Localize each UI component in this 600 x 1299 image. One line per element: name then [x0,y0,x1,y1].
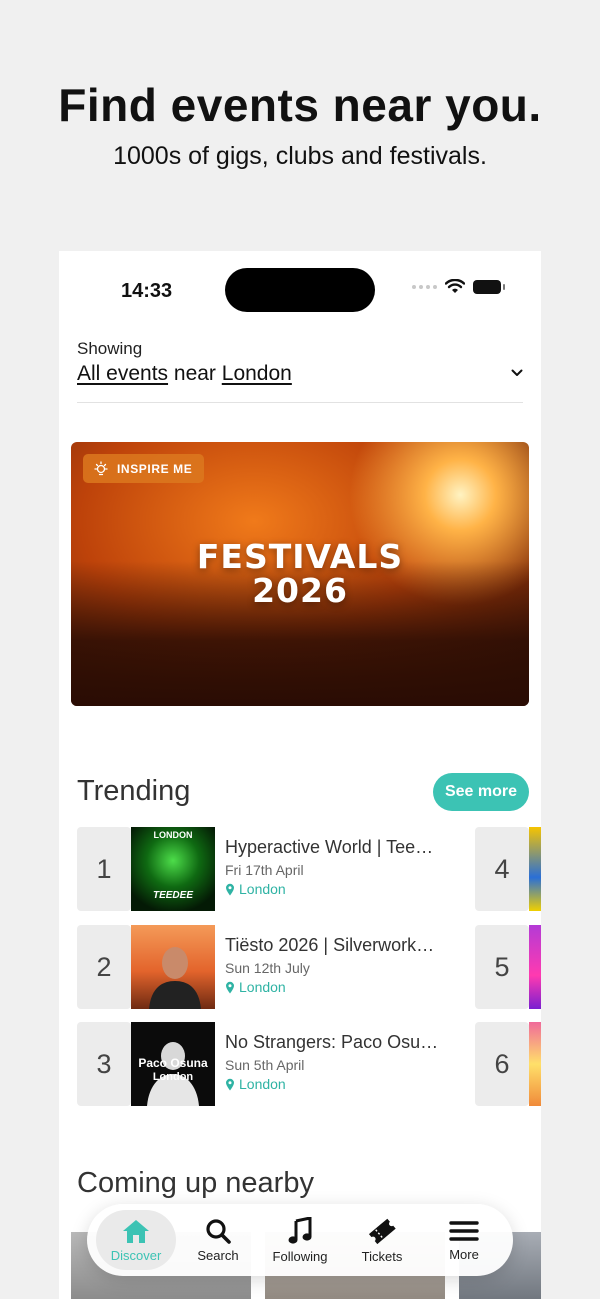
hero-title: Find events near you. [58,79,542,131]
city-name[interactable]: London [222,362,292,385]
status-indicators [412,279,505,295]
trending-item[interactable]: 6 [475,1022,541,1106]
banner-title: FESTIVALS 2026 [71,540,529,608]
trending-item[interactable]: 1 LONDON TEEDEE Hyperactive World | Tee…… [77,827,447,911]
tab-more[interactable]: More [424,1210,504,1270]
location-connector: near [173,362,216,385]
rank-number: 2 [77,925,131,1009]
rank-number: 1 [77,827,131,911]
menu-icon [449,1220,479,1241]
event-thumbnail [529,925,541,1009]
location-pin-icon [226,981,234,993]
tab-tickets[interactable]: Tickets [342,1210,422,1270]
tab-discover[interactable]: Discover [96,1210,176,1270]
trending-item[interactable]: 4 [475,827,541,911]
event-location: London [225,979,286,995]
divider [77,402,523,403]
tab-label: Following [272,1248,328,1264]
battery-icon [473,280,505,294]
banner-title-line1: FESTIVALS [196,537,404,576]
thumbnail-caption: Paco Osuna [138,1056,208,1070]
hero-subtitle: 1000s of gigs, clubs and festivals. [113,142,487,170]
rank-number: 5 [475,925,529,1009]
event-title: No Strangers: Paco Osu… [225,1032,439,1052]
coming-up-title: Coming up nearby [77,1167,314,1199]
signal-dots-icon [412,285,437,289]
event-title: Tiësto 2026 | Silverwork… [225,935,435,955]
location-pin-icon [226,1078,234,1090]
event-date: Sun 12th July [225,960,310,976]
tab-following[interactable]: Following [260,1210,340,1270]
see-more-button[interactable]: See more [433,773,529,811]
lightbulb-icon [94,460,108,475]
tab-label: Tickets [361,1248,403,1264]
search-icon [206,1218,231,1244]
event-thumbnail [131,925,215,1009]
tab-label: More [449,1246,479,1262]
event-thumbnail [529,1022,541,1106]
ticket-icon [368,1218,396,1244]
location-selector[interactable]: All events near London [77,362,292,386]
event-thumbnail: Paco Osuna London [131,1022,215,1106]
event-location: London [225,1076,286,1092]
event-date: Sun 5th April [225,1057,305,1073]
music-note-icon [288,1216,312,1244]
thumbnail-caption: LONDON [153,830,193,840]
event-location: London [225,881,286,897]
event-city: London [239,881,286,897]
location-pin-icon [226,883,234,895]
event-thumbnail: LONDON TEEDEE [131,827,215,911]
rank-number: 4 [475,827,529,911]
home-icon [123,1219,149,1243]
wifi-icon [445,279,465,293]
trending-title: Trending [77,775,191,807]
rank-number: 6 [475,1022,529,1106]
trending-item[interactable]: 2 Tiësto 2026 | Silverwork… Sun 12th Jul… [77,925,447,1009]
status-time: 14:33 [121,280,173,302]
event-filter[interactable]: All events [77,362,168,385]
thumbnail-caption: London [152,1071,194,1083]
tab-bar: Discover Search Following Tickets More [87,1204,513,1276]
event-city: London [239,979,286,995]
event-date: Fri 17th April [225,862,304,878]
tab-label: Discover [110,1247,162,1263]
festivals-banner[interactable]: INSPIRE ME FESTIVALS 2026 [71,442,529,706]
trending-item[interactable]: 3 Paco Osuna London No Strangers: Paco O… [77,1022,447,1106]
dynamic-island [225,268,375,312]
chevron-down-icon[interactable] [511,367,523,379]
artist-photo [149,947,201,1009]
rank-number: 3 [77,1022,131,1106]
inspire-me-badge[interactable]: INSPIRE ME [83,454,205,483]
banner-title-line2: 2026 [252,571,348,610]
tab-label: Search [197,1247,239,1263]
thumbnail-caption: TEEDEE [152,890,193,901]
event-city: London [239,1076,286,1092]
tab-search[interactable]: Search [178,1210,258,1270]
event-thumbnail [529,827,541,911]
trending-item[interactable]: 5 [475,925,541,1009]
inspire-me-label: INSPIRE ME [117,461,193,476]
event-title: Hyperactive World | Tee… [225,837,434,857]
phone-screen: 14:33 Showing All events near London INS… [59,251,541,1299]
showing-label: Showing [77,339,143,358]
